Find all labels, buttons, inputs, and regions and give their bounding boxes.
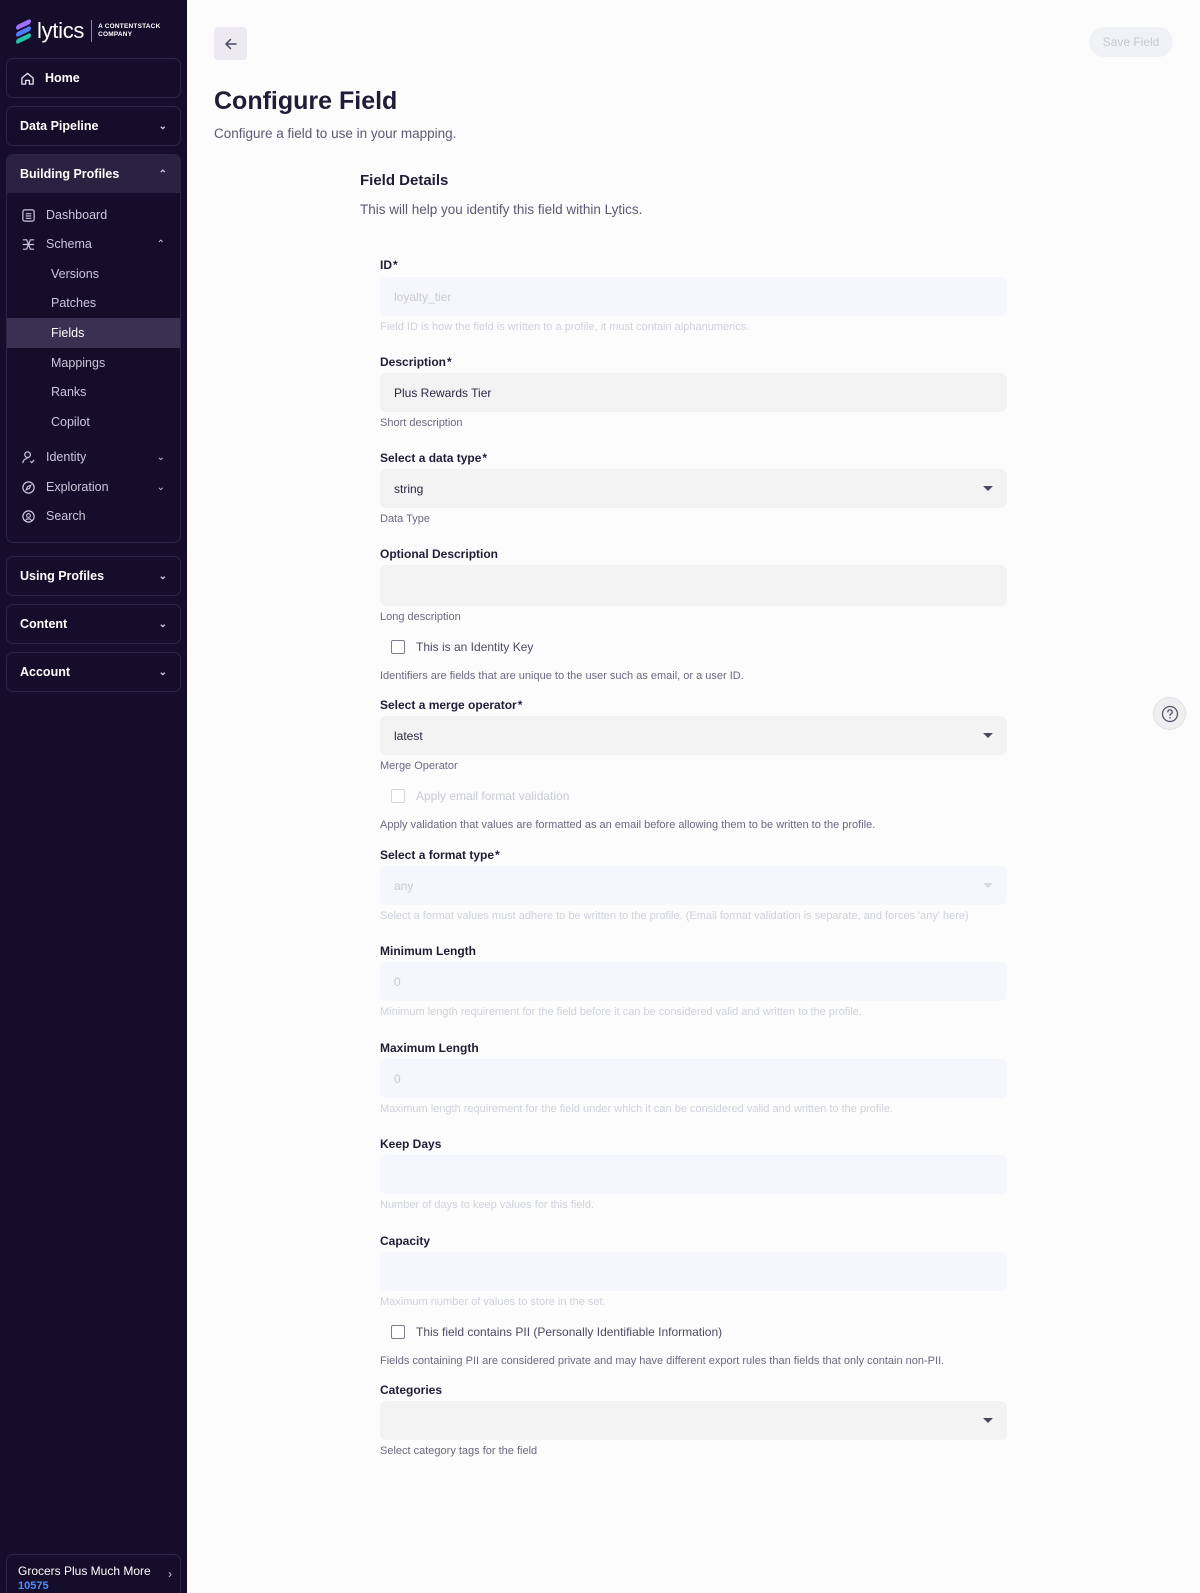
categories-help: Select category tags for the field [380,1445,538,1457]
pii-checkbox-row[interactable]: This field contains PII (Personally Iden… [391,1325,722,1339]
sidebar-item-fields[interactable]: Fields [7,318,180,348]
page-subtitle: Configure a field to use in your mapping… [214,126,457,141]
id-input[interactable]: loyalty_tier [380,277,1007,316]
sidebar-item-versions[interactable]: Versions [7,259,180,289]
minimum-length-input[interactable]: 0 [380,962,1007,1001]
org-id: 10575 [18,1580,49,1592]
keep-days-label: Keep Days [380,1137,442,1151]
chevron-down-icon: ⌄ [158,120,167,132]
pii-checkbox[interactable] [391,1325,405,1339]
dropdown-caret-icon [983,883,993,888]
merge-operator-label: Select a merge operator* [380,698,523,712]
nav-home-label: Home [45,71,80,85]
minimum-length-help: Minimum length requirement for the field… [380,1006,862,1018]
chevron-up-icon: ⌃ [156,238,165,250]
dropdown-caret-icon [983,1418,993,1423]
capacity-input[interactable] [380,1252,1007,1291]
page-title: Configure Field [214,87,398,115]
sidebar-item-schema[interactable]: Schema ⌃ [7,229,180,259]
section-subtitle: This will help you identify this field w… [360,202,643,217]
identity-key-checkbox[interactable] [391,640,405,654]
minimum-length-label: Minimum Length [380,944,476,958]
org-name: Grocers Plus Much More [18,1564,151,1578]
identity-icon [22,450,35,464]
format-type-select[interactable]: any [380,866,1007,905]
home-icon [21,72,34,85]
brand-logo[interactable]: lytics A CONTENTSTACK COMPANY [16,18,161,45]
brand-name: lytics [37,18,85,43]
maximum-length-help: Maximum length requirement for the field… [380,1103,893,1115]
id-label: ID* [380,258,398,272]
chevron-up-icon: ⌃ [158,168,167,180]
nav-account[interactable]: Account ⌄ [6,652,181,692]
dropdown-caret-icon [983,486,993,491]
sidebar-item-ranks[interactable]: Ranks [7,377,180,407]
email-validation-help: Apply validation that values are formatt… [380,819,876,831]
description-label: Description* [380,355,452,369]
nav-building-profiles-header[interactable]: Building Profiles ⌃ [7,155,180,193]
lytics-logo-icon [16,18,32,45]
sidebar-item-mappings[interactable]: Mappings [7,348,180,378]
dropdown-caret-icon [983,733,993,738]
merge-operator-select[interactable]: latest [380,716,1007,755]
keep-days-input[interactable] [380,1155,1007,1194]
pii-help: Fields containing PII are considered pri… [380,1355,945,1367]
optional-description-help: Long description [380,611,461,623]
sidebar-item-copilot[interactable]: Copilot [7,407,180,437]
email-validation-checkbox[interactable] [391,789,405,803]
identity-key-help: Identifiers are fields that are unique t… [380,670,744,682]
section-title: Field Details [360,172,449,189]
nav-home[interactable]: Home [6,58,181,98]
maximum-length-label: Maximum Length [380,1041,479,1055]
identity-key-checkbox-row[interactable]: This is an Identity Key [391,640,533,654]
sidebar-item-identity[interactable]: Identity ⌄ [7,442,180,472]
categories-label: Categories [380,1383,443,1397]
chevron-down-icon: ⌄ [156,481,165,493]
help-button[interactable] [1153,697,1186,730]
nav-data-pipeline-label: Data Pipeline [20,119,99,133]
capacity-label: Capacity [380,1234,431,1248]
brand-tagline: A CONTENTSTACK COMPANY [98,23,161,38]
nav-data-pipeline[interactable]: Data Pipeline ⌄ [6,106,181,146]
id-help: Field ID is how the field is written to … [380,321,750,333]
sidebar: lytics A CONTENTSTACK COMPANY Home Data … [0,0,187,1593]
format-type-label: Select a format type* [380,848,500,862]
nav-content[interactable]: Content ⌄ [6,604,181,644]
help-icon [1161,705,1178,722]
maximum-length-input[interactable]: 0 [380,1059,1007,1098]
sidebar-item-dashboard[interactable]: Dashboard [7,200,180,230]
nav-building-profiles-label: Building Profiles [20,167,120,181]
sidebar-item-search[interactable]: Search [7,501,180,531]
chevron-down-icon: ⌄ [158,618,167,630]
schema-icon [22,238,35,250]
data-type-select[interactable]: string [380,469,1007,508]
chevron-down-icon: ⌄ [158,570,167,582]
data-type-help: Data Type [380,513,430,525]
keep-days-help: Number of days to keep values for this f… [380,1199,594,1211]
sidebar-item-exploration[interactable]: Exploration ⌄ [7,472,180,502]
nav-using-profiles[interactable]: Using Profiles ⌄ [6,556,181,596]
nav-building-profiles: Building Profiles ⌃ Dashboard Schema ⌃ V… [6,154,181,543]
sidebar-item-patches[interactable]: Patches [7,288,180,318]
description-input[interactable]: Plus Rewards Tier [380,373,1007,412]
data-type-label: Select a data type* [380,451,488,465]
optional-description-label: Optional Description [380,547,499,561]
chevron-right-icon: › [168,1567,172,1581]
back-arrow-icon [224,38,237,49]
merge-operator-help: Merge Operator [380,760,458,772]
search-icon [22,509,35,523]
org-switcher[interactable]: Grocers Plus Much More 10575 › [6,1554,181,1593]
email-validation-checkbox-row[interactable]: Apply email format validation [391,789,569,803]
description-help: Short description [380,417,463,429]
chevron-down-icon: ⌄ [156,451,165,463]
capacity-help: Maximum number of values to store in the… [380,1296,606,1308]
dashboard-icon [22,208,35,222]
format-type-help: Select a format values must adhere to be… [380,910,969,922]
exploration-icon [22,480,35,494]
optional-description-textarea[interactable] [380,565,1007,606]
chevron-down-icon: ⌄ [158,666,167,678]
categories-select[interactable] [380,1401,1007,1440]
back-button[interactable] [214,27,247,60]
save-field-button[interactable]: Save Field [1089,27,1173,57]
